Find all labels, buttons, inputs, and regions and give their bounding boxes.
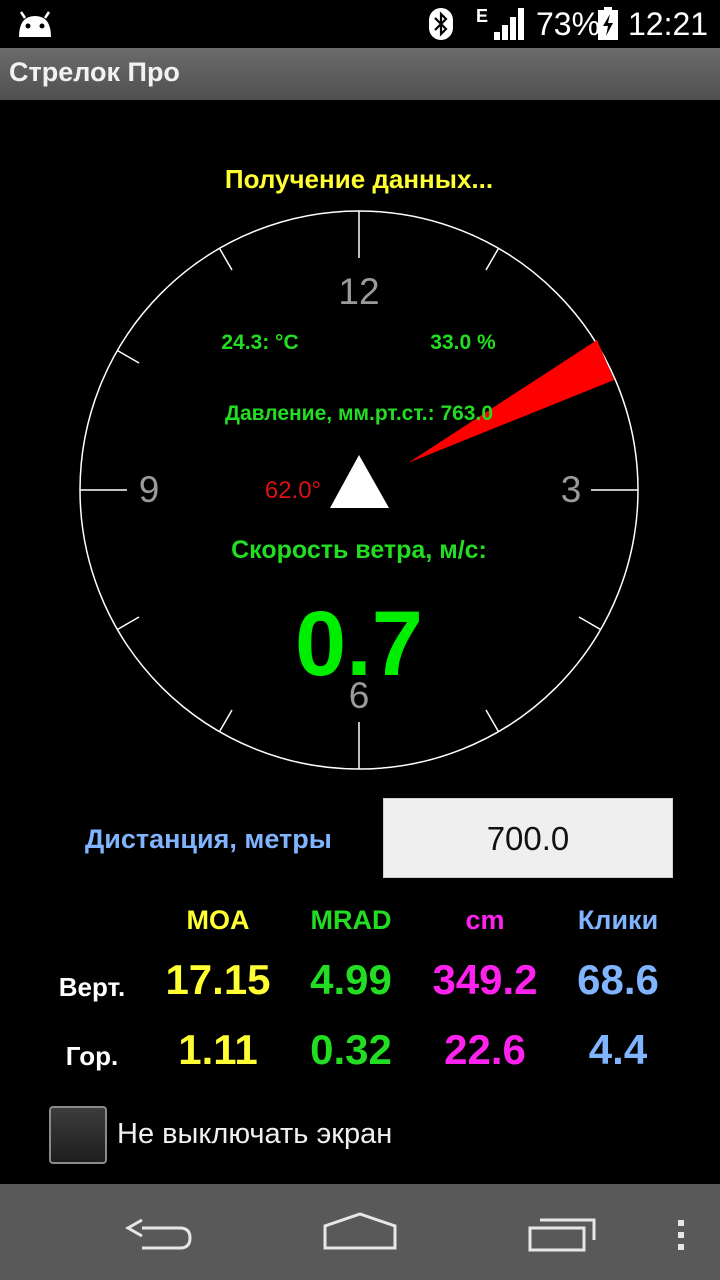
android-icon	[19, 11, 51, 37]
home-icon[interactable]	[320, 1184, 400, 1280]
horizontal-clicks: 4.4	[588, 1026, 648, 1073]
vertical-mrad: 4.99	[310, 956, 392, 1003]
wind-angle: 62.0°	[265, 477, 321, 504]
overflow-menu-icon[interactable]	[670, 1184, 694, 1280]
vertical-cm: 349.2	[432, 956, 538, 1003]
signal-icon	[494, 8, 524, 40]
recents-icon[interactable]	[522, 1184, 602, 1280]
row-label-horizontal: Гор.	[65, 1041, 119, 1071]
temperature-reading: 24.3: °C	[221, 331, 298, 354]
header-mrad: MRAD	[310, 905, 392, 935]
data-status: Получение данных...	[225, 164, 493, 194]
dial-tick	[117, 616, 140, 631]
wind-speed-label: Скорость ветра, м/с:	[231, 536, 487, 564]
header-clicks: Клики	[577, 905, 659, 935]
hour-label-12: 12	[338, 271, 379, 312]
back-icon[interactable]	[120, 1184, 200, 1280]
vertical-moa: 17.15	[165, 956, 271, 1003]
dial-tick	[485, 709, 500, 732]
action-bar: Стрелок Про	[0, 48, 720, 100]
navigation-bar	[0, 1184, 720, 1280]
vertical-clicks: 68.6	[577, 956, 659, 1003]
distance-input[interactable]: 700.0	[383, 798, 673, 878]
wind-speed-value: 0.7	[295, 593, 423, 695]
keep-screen-checkbox[interactable]	[49, 1106, 107, 1164]
network-type: E	[476, 6, 489, 26]
dial-tick	[218, 248, 233, 271]
header-moa: MOA	[186, 905, 250, 935]
horizontal-mrad: 0.32	[310, 1026, 392, 1073]
battery-charging-icon	[598, 7, 618, 40]
header-cm: cm	[465, 905, 505, 935]
horizontal-moa: 1.11	[178, 1026, 258, 1073]
dial-tick	[485, 248, 500, 271]
hour-label-9: 9	[139, 469, 160, 510]
keep-screen-label[interactable]: Не выключать экран	[117, 1118, 392, 1151]
horizontal-cm: 22.6	[444, 1026, 526, 1073]
dial-tick	[218, 709, 233, 732]
pressure-reading: Давление, мм.рт.ст.: 763.0	[225, 402, 493, 425]
humidity-reading: 33.0 %	[430, 331, 496, 354]
distance-label: Дистанция, метры	[85, 824, 332, 854]
battery-percent: 73%	[536, 6, 601, 42]
rifle-direction-triangle	[330, 455, 389, 508]
row-label-vertical: Верт.	[58, 972, 126, 1002]
dial-tick	[578, 616, 601, 631]
bluetooth-icon	[429, 8, 453, 40]
clock: 12:21	[628, 6, 709, 42]
hour-label-3: 3	[561, 469, 582, 510]
app-title: Стрелок Про	[9, 57, 180, 87]
dial-tick	[117, 349, 140, 364]
status-bar: E 73% 12:21	[0, 0, 720, 48]
wind-gauge: Получение данных... 12 3 9 24.3: °C 33.0…	[79, 164, 639, 770]
